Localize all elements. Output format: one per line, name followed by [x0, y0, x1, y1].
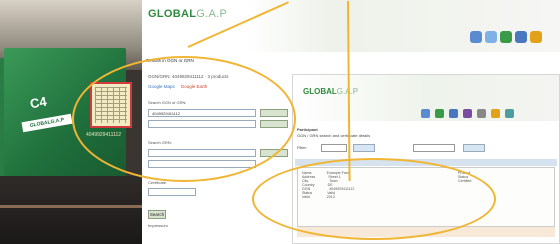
- highlight-ellipse-details: [252, 158, 496, 240]
- filter-button[interactable]: [353, 144, 375, 152]
- check-icon[interactable]: [435, 109, 444, 118]
- inner-subtitle: GGN / GRN search and certificate details: [297, 133, 371, 138]
- key-icon[interactable]: [530, 31, 542, 43]
- mail-icon[interactable]: [477, 109, 486, 118]
- filter-input[interactable]: [413, 144, 455, 152]
- photo-table: [0, 176, 142, 244]
- brand-logo: GLOBALG.A.P: [148, 8, 227, 20]
- check-icon[interactable]: [500, 31, 512, 43]
- toolbar-icons: [470, 30, 545, 48]
- highlight-ellipse-search: [72, 56, 296, 182]
- filter-label: Filter:: [297, 145, 307, 150]
- print-icon[interactable]: [505, 109, 514, 118]
- globe-icon[interactable]: [421, 109, 430, 118]
- inner-toolbar-icons: [421, 105, 519, 123]
- brand-main: GLOBAL: [148, 8, 197, 20]
- brand-gap: G.A.P: [196, 8, 228, 20]
- info-icon[interactable]: [485, 31, 497, 43]
- photo-stripe: [0, 205, 142, 208]
- footer-text: Impressum: [148, 223, 168, 228]
- certificate-input[interactable]: [148, 188, 196, 196]
- search-submit-button[interactable]: Search: [148, 210, 166, 219]
- inner-brand-logo: GLOBALG.A.P: [303, 87, 358, 96]
- key-icon[interactable]: [491, 109, 500, 118]
- user-icon[interactable]: [449, 109, 458, 118]
- globe-icon[interactable]: [470, 31, 482, 43]
- filter-select[interactable]: [321, 144, 347, 152]
- settings-icon[interactable]: [463, 109, 472, 118]
- filter-go-button[interactable]: [463, 144, 485, 152]
- user-icon[interactable]: [515, 31, 527, 43]
- box-logo: C4: [28, 93, 48, 112]
- inner-brand-main: GLOBAL: [303, 87, 337, 96]
- inner-title: Participant: [297, 127, 318, 132]
